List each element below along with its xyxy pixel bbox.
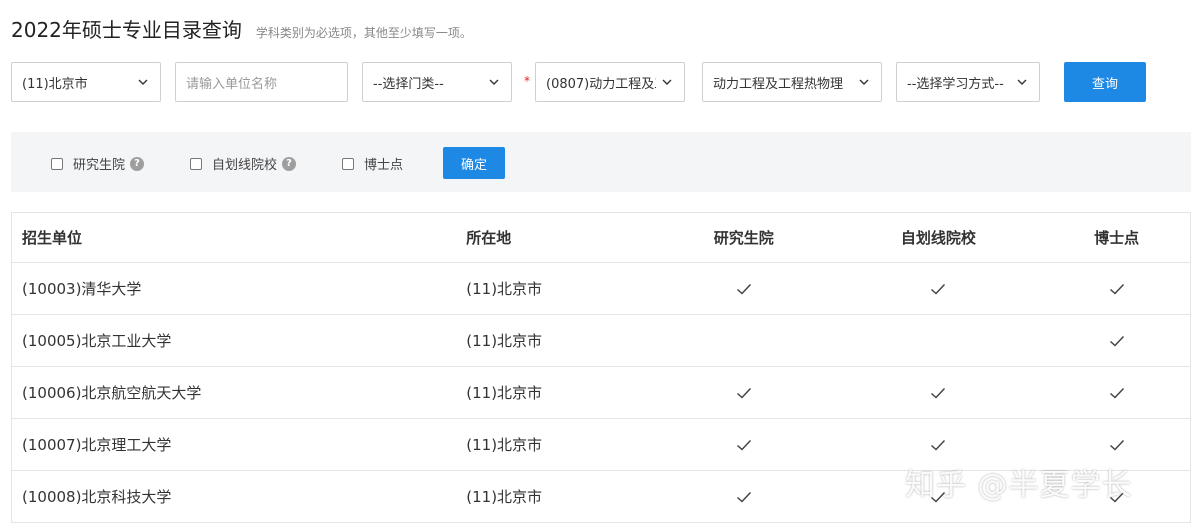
unit-cell: (10005)北京工业大学 — [22, 332, 172, 350]
location-cell: (11)北京市 — [466, 384, 543, 402]
header-phd: 博士点 — [1094, 229, 1140, 247]
check-icon — [1109, 439, 1125, 451]
unit-cell: (10007)北京理工大学 — [22, 436, 172, 454]
header-self-line: 自划线院校 — [900, 229, 976, 247]
check-icon — [930, 439, 946, 451]
check-icon — [930, 387, 946, 399]
check-icon — [736, 491, 752, 503]
major-select-value: 动力工程及工程热物理 — [713, 76, 844, 92]
check-icon — [930, 283, 946, 295]
category-select[interactable]: --选择门类-- — [362, 62, 512, 102]
grad-cell — [654, 491, 834, 503]
header-grad-school: 研究生院 — [713, 229, 774, 247]
self-line-label: 自划线院校 — [212, 158, 278, 173]
grad-cell — [654, 387, 834, 399]
table-row: (10005)北京工业大学 (11)北京市 — [12, 315, 1190, 367]
filter-phd[interactable]: 博士点 — [342, 154, 403, 173]
chevron-down-icon — [857, 79, 871, 85]
grad-cell — [654, 439, 834, 451]
table-row: (10003)清华大学 (11)北京市 — [12, 263, 1190, 315]
discipline-select[interactable]: (0807)动力工程及工 — [535, 62, 685, 102]
unit-cell: (10008)北京科技大学 — [22, 488, 172, 506]
phd-cell — [1043, 439, 1190, 451]
page-header: 2022年硕士专业目录查询 学科类别为必选项，其他至少填写一项。 — [11, 14, 472, 44]
self-cell — [834, 387, 1044, 399]
chevron-down-icon — [1015, 79, 1029, 85]
discipline-select-value: (0807)动力工程及工 — [546, 76, 656, 92]
self-cell — [834, 283, 1044, 295]
study-mode-select[interactable]: --选择学习方式-- — [896, 62, 1040, 102]
page-hint: 学科类别为必选项，其他至少填写一项。 — [255, 26, 472, 40]
phd-checkbox[interactable] — [342, 157, 354, 170]
major-select[interactable]: 动力工程及工程热物理 — [702, 62, 882, 102]
category-select-value: --选择门类-- — [373, 76, 444, 92]
header-location: 所在地 — [466, 229, 512, 247]
filter-grad-school[interactable]: 研究生院 ? — [51, 154, 145, 173]
unit-cell: (10006)北京航空航天大学 — [22, 384, 202, 402]
confirm-button[interactable]: 确定 — [443, 147, 505, 179]
phd-label: 博士点 — [364, 158, 404, 173]
self-line-checkbox[interactable] — [190, 157, 202, 170]
location-cell: (11)北京市 — [466, 488, 543, 506]
grad-cell — [654, 283, 834, 295]
filter-bar: 研究生院 ? 自划线院校 ? 博士点 确定 — [11, 132, 1191, 192]
unit-name-placeholder: 请输入单位名称 — [186, 76, 278, 92]
chevron-down-icon — [136, 79, 150, 85]
watermark: 知乎 @半夏学长 — [905, 468, 1133, 503]
phd-cell — [1043, 335, 1190, 347]
unit-cell: (10003)清华大学 — [22, 280, 142, 298]
phd-cell — [1043, 283, 1190, 295]
grad-school-label: 研究生院 — [73, 158, 126, 173]
query-button[interactable]: 查询 — [1064, 62, 1146, 102]
header-unit: 招生单位 — [22, 229, 83, 247]
self-cell — [834, 439, 1044, 451]
region-select[interactable]: (11)北京市 — [11, 62, 161, 102]
filter-self-line[interactable]: 自划线院校 ? — [190, 154, 297, 173]
check-icon — [736, 283, 752, 295]
check-icon — [1109, 335, 1125, 347]
table-row: (10006)北京航空航天大学 (11)北京市 — [12, 367, 1190, 419]
required-mark: * — [524, 74, 530, 88]
location-cell: (11)北京市 — [466, 280, 543, 298]
check-icon — [1109, 387, 1125, 399]
question-circle-icon[interactable]: ? — [282, 156, 297, 171]
chevron-down-icon — [487, 79, 501, 85]
table-header: 招生单位 所在地 研究生院 自划线院校 博士点 — [12, 213, 1190, 263]
phd-cell — [1043, 387, 1190, 399]
location-cell: (11)北京市 — [466, 332, 543, 350]
question-circle-icon[interactable]: ? — [130, 156, 145, 171]
location-cell: (11)北京市 — [466, 436, 543, 454]
study-mode-select-value: --选择学习方式-- — [907, 76, 1004, 92]
grad-school-checkbox[interactable] — [51, 157, 63, 170]
unit-name-input[interactable]: 请输入单位名称 — [175, 62, 348, 102]
region-select-value: (11)北京市 — [22, 76, 88, 92]
page-title: 2022年硕士专业目录查询 — [11, 18, 242, 42]
chevron-down-icon — [660, 79, 674, 85]
check-icon — [736, 439, 752, 451]
check-icon — [736, 387, 752, 399]
check-icon — [1109, 283, 1125, 295]
